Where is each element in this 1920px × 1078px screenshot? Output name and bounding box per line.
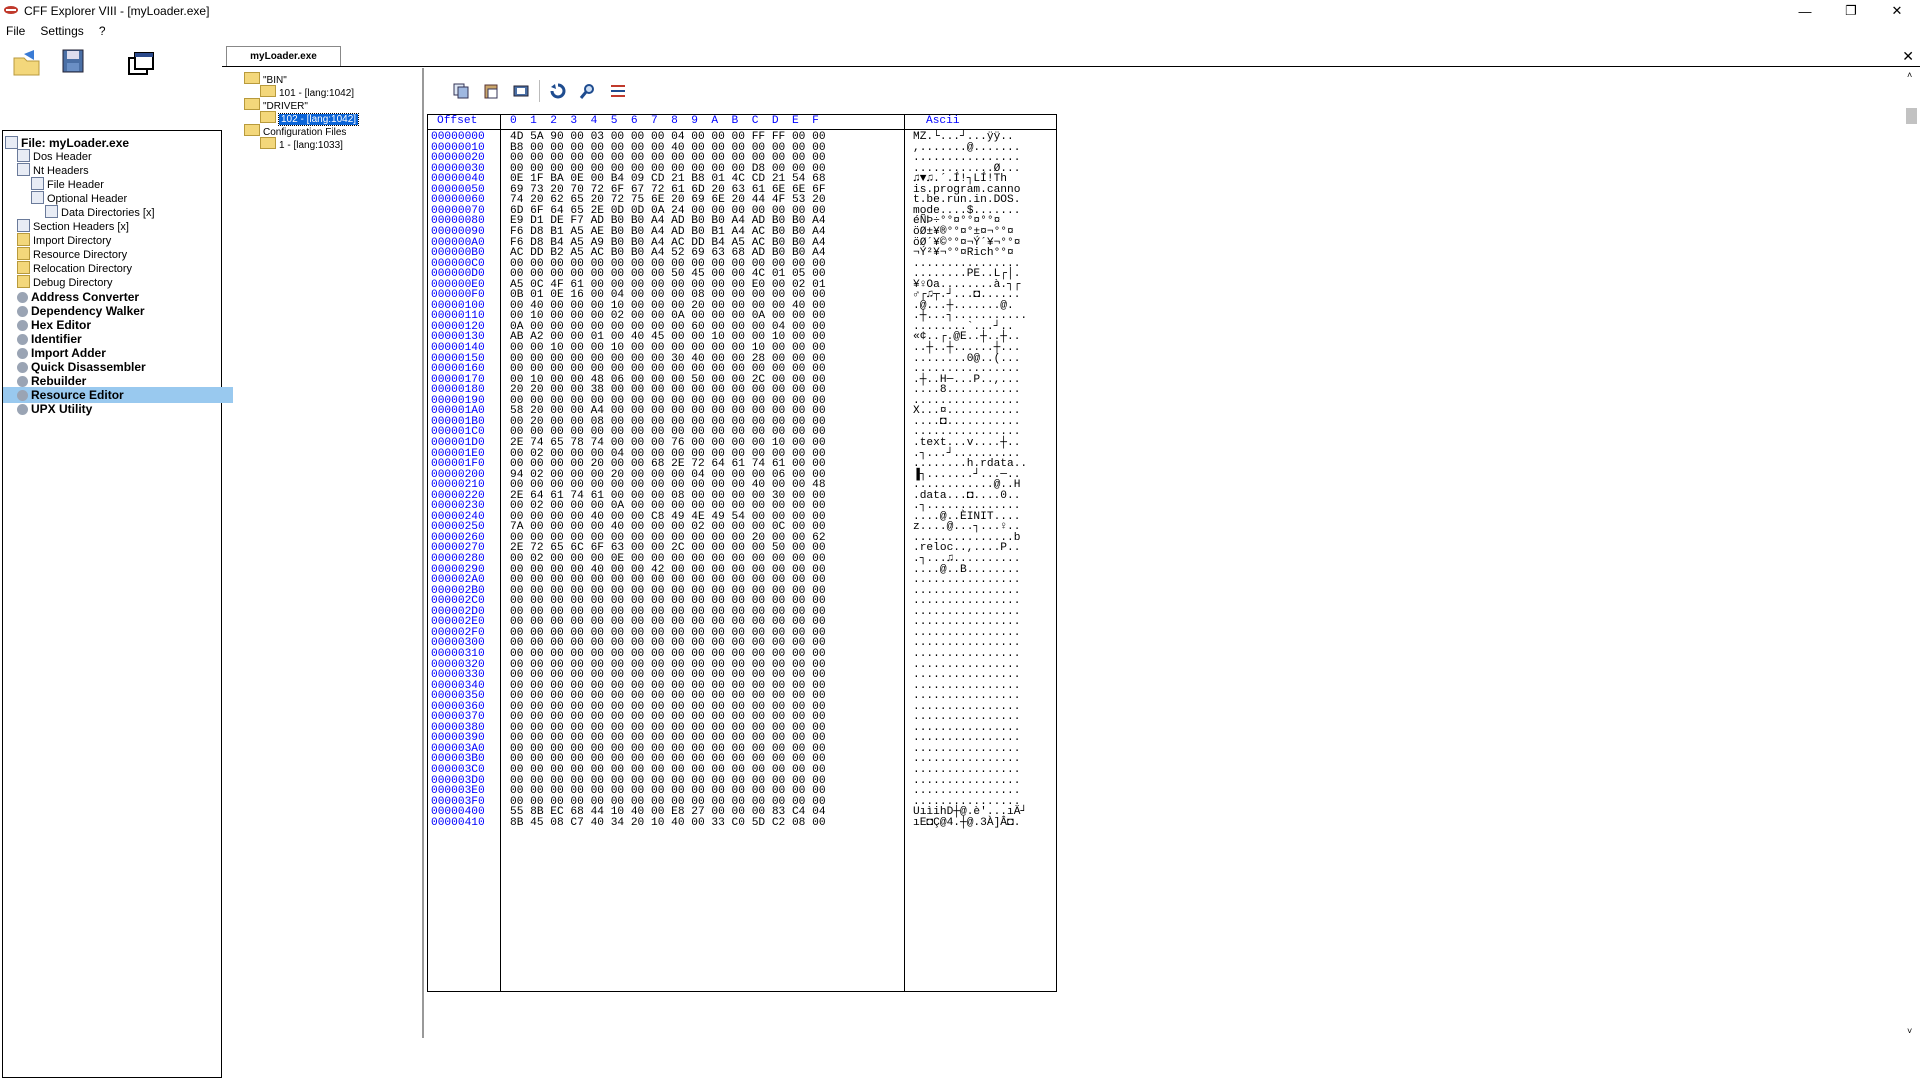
folder-icon: [244, 72, 260, 84]
tree-item-label: UPX Utility: [31, 402, 93, 416]
hex-ascii: ıE◘Ç@4.┼@.3À]Â◘.: [913, 816, 1021, 829]
tree-item-label: Identifier: [31, 332, 82, 346]
toolbar-separator: [539, 80, 540, 102]
folder-icon: [244, 124, 260, 136]
tree-item-label: Quick Disassembler: [31, 360, 146, 374]
resource-node[interactable]: Configuration Files: [244, 124, 346, 138]
tree-item-label: File Header: [47, 179, 104, 191]
resource-node[interactable]: "DRIVER": [244, 98, 308, 112]
folder-icon: [17, 275, 30, 288]
windows-icon[interactable]: [126, 50, 156, 80]
resource-node[interactable]: 1 - [lang:1033]: [260, 137, 343, 151]
app-logo-icon: [4, 6, 18, 14]
tree-item-label: File: myLoader.exe: [21, 136, 130, 150]
scroll-up-icon[interactable]: ˄: [1907, 70, 1912, 80]
close-tab-button[interactable]: ✕: [1902, 48, 1914, 65]
window-title: CFF Explorer VIII - [myLoader.exe]: [24, 4, 210, 18]
minimize-button[interactable]: —: [1782, 0, 1828, 22]
columns-header: 0 1 2 3 4 5 6 7 8 9 A B C D E F: [510, 115, 819, 127]
gear-icon: [17, 390, 28, 401]
tree-item-label: Resource Directory: [33, 249, 128, 261]
document-icon: [17, 219, 30, 232]
gear-icon: [17, 320, 28, 331]
resource-node[interactable]: 101 - [lang:1042]: [260, 85, 354, 99]
open-folder-icon[interactable]: [12, 48, 42, 78]
resource-tree: "BIN" 101 - [lang:1042] "DRIVER" 102 - [lan…: [224, 68, 424, 1038]
save-icon[interactable]: [58, 46, 88, 76]
offset-header: Offset: [437, 115, 478, 127]
folder-icon: [17, 247, 30, 260]
tree-item-label: Address Converter: [31, 290, 140, 304]
resource-node[interactable]: "BIN": [244, 72, 287, 86]
fill-icon[interactable]: [512, 82, 530, 100]
folder-icon: [260, 85, 276, 97]
tree-item-label: Nt Headers: [33, 165, 89, 177]
tab-divider: [222, 66, 1920, 67]
title-bar: CFF Explorer VIII - [myLoader.exe] — ❐ ✕: [0, 0, 1920, 22]
menu-help[interactable]: ?: [93, 22, 112, 40]
close-window-button[interactable]: ✕: [1874, 0, 1920, 22]
document-icon: [31, 191, 44, 204]
gear-icon: [17, 292, 28, 303]
left-panel: File: myLoader.exe Dos Header Nt Headers Fi…: [0, 40, 233, 1078]
ascii-header: Ascii: [926, 115, 960, 127]
hex-header: Offset 0 1 2 3 4 5 6 7 8 9 A B C D E F A…: [428, 115, 1056, 130]
gear-icon: [17, 362, 28, 373]
tree-item[interactable]: UPX Utility: [17, 401, 92, 417]
search-icon[interactable]: [579, 82, 597, 100]
tree-item-label: Dos Header: [33, 151, 92, 163]
scroll-down-icon[interactable]: ˅: [1907, 1026, 1912, 1036]
hex-offset: 00000410: [431, 816, 485, 829]
menu-file[interactable]: File: [0, 22, 31, 40]
hex-editor-area: Offset 0 1 2 3 4 5 6 7 8 9 A B C D E F A…: [427, 68, 1897, 1040]
tree-item-label: Relocation Directory: [33, 263, 133, 275]
tree-item-label: Resource Editor: [31, 388, 124, 402]
document-icon: [45, 205, 58, 218]
tree-item-label: Import Directory: [33, 235, 112, 247]
tree-item-label: Data Directories [x]: [61, 207, 155, 219]
folder-icon: [260, 137, 276, 149]
resource-node-label: 1 - [lang:1033]: [279, 140, 343, 151]
document-icon: [5, 136, 18, 149]
tree-item-label: Dependency Walker: [31, 304, 145, 318]
tree-item-label: Section Headers [x]: [33, 221, 129, 233]
tab-myloader[interactable]: myLoader.exe: [226, 46, 341, 67]
copy-icon[interactable]: [452, 82, 470, 100]
gear-icon: [17, 404, 28, 415]
tree-item-label: Import Adder: [31, 346, 106, 360]
folder-icon: [17, 233, 30, 246]
hex-bytes: 8B 45 08 C7 40 34 20 10 40 00 33 C0 5D C…: [510, 816, 826, 829]
paste-icon[interactable]: [482, 82, 500, 100]
document-icon: [17, 163, 30, 176]
gear-icon: [17, 348, 28, 359]
select-block-icon[interactable]: [609, 82, 627, 100]
folder-icon: [17, 261, 30, 274]
file-tree: File: myLoader.exe Dos Header Nt Headers Fi…: [2, 130, 233, 1078]
vertical-scrollbar[interactable]: ˄ ˅: [1902, 68, 1920, 1040]
gear-icon: [17, 376, 28, 387]
hex-view[interactable]: Offset 0 1 2 3 4 5 6 7 8 9 A B C D E F A…: [427, 114, 1057, 992]
document-icon: [31, 177, 44, 190]
menu-settings[interactable]: Settings: [34, 22, 89, 40]
folder-icon: [244, 98, 260, 110]
resource-node[interactable]: 102 - [lang:1042]: [260, 111, 360, 126]
gear-icon: [17, 306, 28, 317]
document-icon: [17, 149, 30, 162]
tree-item-label: Hex Editor: [31, 318, 92, 332]
hex-toolbar: [427, 68, 1067, 114]
restore-button[interactable]: ❐: [1828, 0, 1874, 22]
window-controls: — ❐ ✕: [1782, 0, 1920, 22]
tree-item-label: Optional Header: [47, 193, 128, 205]
tree-item-label: Rebuilder: [31, 374, 87, 388]
gear-icon: [17, 334, 28, 345]
tree-item-label: Debug Directory: [33, 277, 113, 289]
menu-bar: File Settings ?: [0, 22, 1920, 40]
scrollbar-thumb[interactable]: [1906, 108, 1917, 124]
goto-offset-icon[interactable]: [549, 82, 567, 100]
ascii-divider: [904, 115, 905, 991]
folder-icon: [260, 111, 276, 123]
